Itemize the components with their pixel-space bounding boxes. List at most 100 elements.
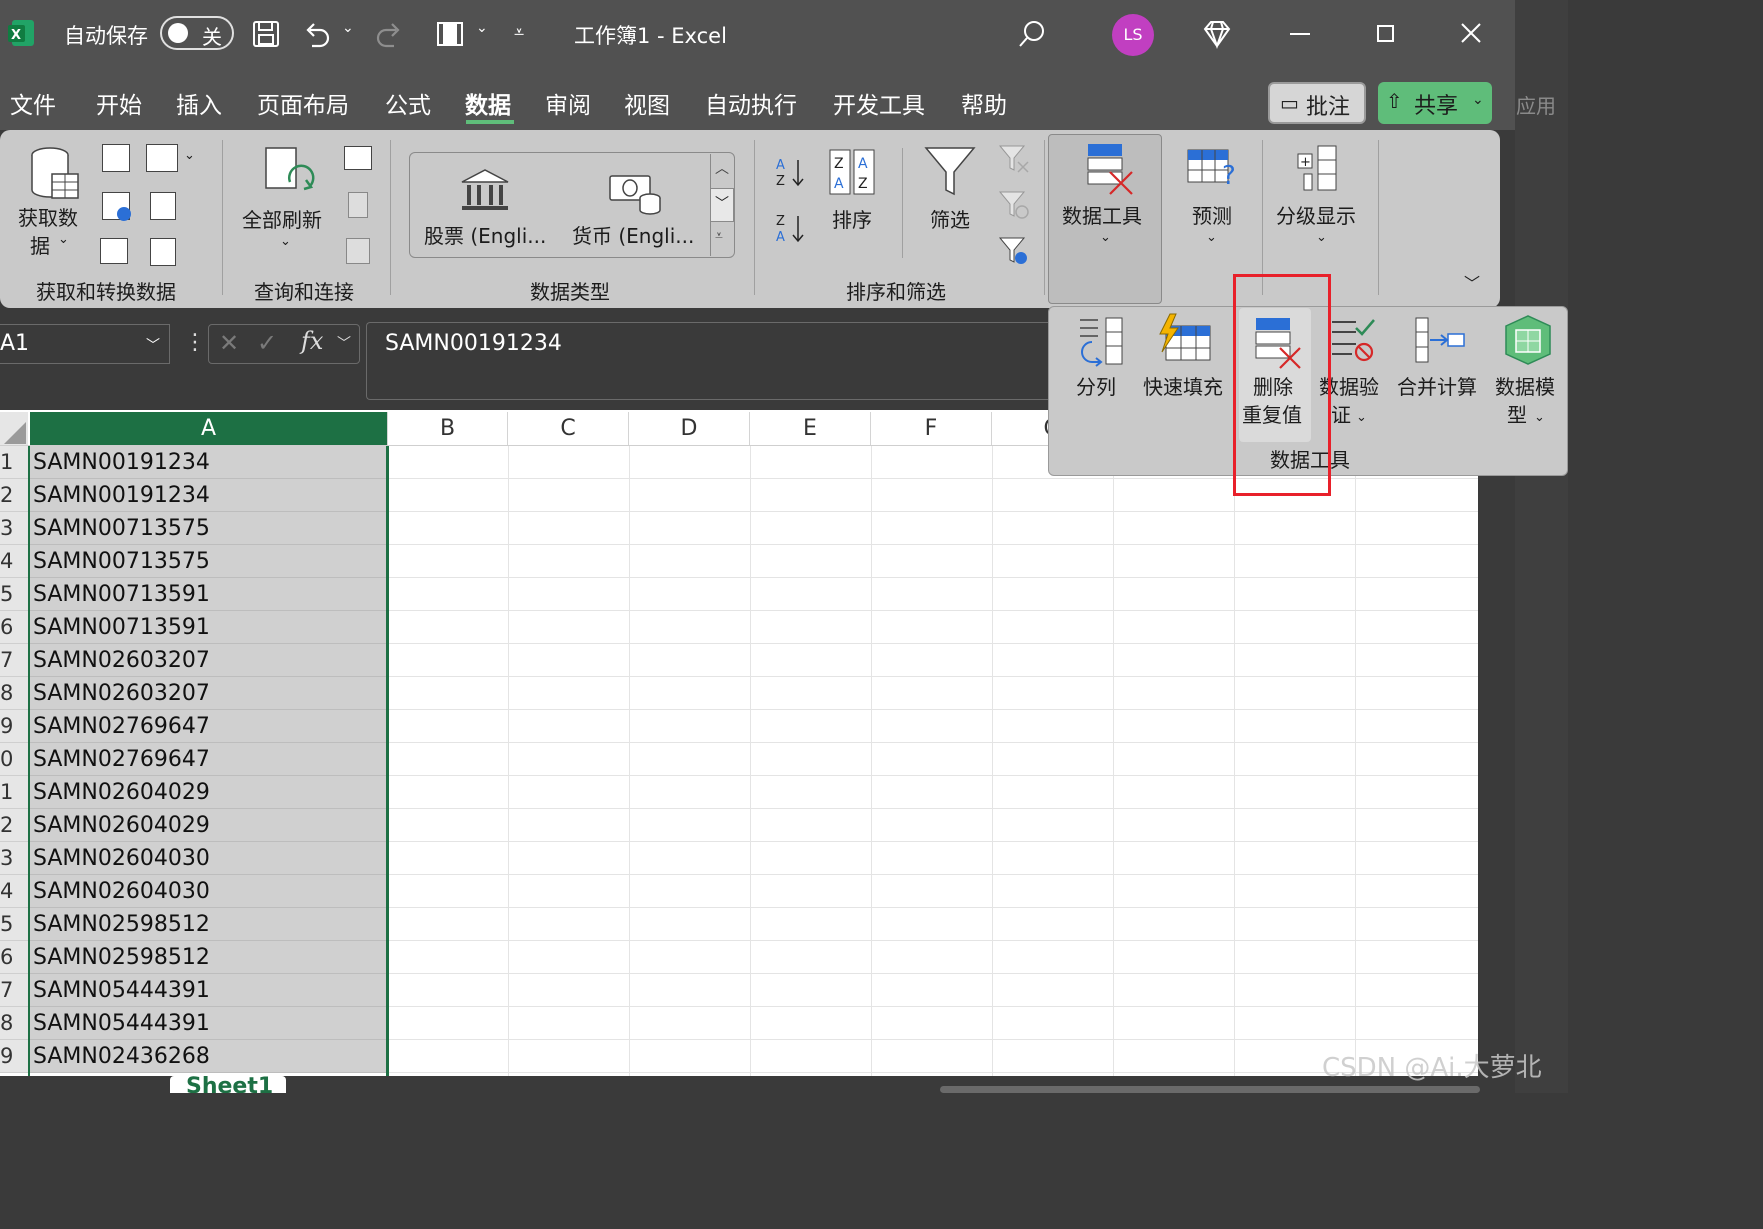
row-header[interactable]: 3	[0, 842, 28, 875]
column-header-a[interactable]: A	[30, 412, 388, 446]
premium-diamond-icon[interactable]	[1200, 18, 1234, 50]
outline-label[interactable]: 分级显示	[1276, 200, 1356, 229]
cell-a[interactable]: SAMN00713591	[30, 611, 386, 644]
minimize-icon[interactable]	[1290, 33, 1310, 35]
save-icon[interactable]	[250, 17, 282, 51]
column-header-d[interactable]: D	[629, 412, 750, 446]
tab-developer[interactable]: 开发工具	[833, 86, 925, 120]
row-header[interactable]: 0	[0, 743, 28, 776]
column-header-f[interactable]: F	[871, 412, 992, 446]
cell-a[interactable]: SAMN02604030	[30, 842, 386, 875]
from-table-icon[interactable]	[146, 144, 178, 172]
refresh-all-label[interactable]: 全部刷新	[242, 204, 322, 233]
select-all-corner[interactable]	[0, 412, 28, 446]
stocks-label[interactable]: 股票 (Engli...	[424, 220, 546, 249]
cell-a[interactable]: SAMN02603207	[30, 677, 386, 710]
row-header[interactable]: 5	[0, 578, 28, 611]
row-header[interactable]: 8	[0, 1007, 28, 1040]
row-header[interactable]: 6	[0, 611, 28, 644]
close-icon[interactable]	[1460, 22, 1482, 44]
search-icon[interactable]	[1016, 18, 1048, 50]
tab-help[interactable]: 帮助	[961, 86, 1007, 120]
autosave-toggle[interactable]: 关	[160, 16, 234, 50]
horizontal-scrollbar[interactable]	[940, 1086, 1480, 1093]
insert-function-icon[interactable]: fx	[301, 327, 323, 355]
data-model-label-2[interactable]: 型	[1507, 402, 1527, 429]
sort-ascending-icon[interactable]: AZ	[774, 154, 808, 190]
recent-sources-icon[interactable]	[150, 192, 176, 220]
fx-chevron-icon[interactable]: ﹀	[337, 333, 351, 353]
get-data-chevron-icon[interactable]: ⌄	[58, 232, 69, 247]
tab-automate[interactable]: 自动执行	[705, 86, 797, 120]
cell-a[interactable]: SAMN00713575	[30, 545, 386, 578]
comments-button[interactable]: ▭ 批注	[1268, 82, 1366, 124]
from-text-icon[interactable]	[102, 144, 130, 172]
name-box-chevron-icon[interactable]: ﹀	[146, 335, 160, 355]
cell-a[interactable]: SAMN05444391	[30, 1007, 386, 1040]
forecast-label[interactable]: 预测	[1192, 200, 1232, 229]
get-data-label-2[interactable]: 据	[30, 230, 50, 259]
row-header[interactable]: 2	[0, 809, 28, 842]
data-model-chevron-icon[interactable]: ⌄	[1534, 404, 1545, 431]
cell-a[interactable]: SAMN00191234	[30, 446, 386, 479]
user-avatar[interactable]: LS	[1112, 14, 1154, 56]
cell-a[interactable]: SAMN02769647	[30, 710, 386, 743]
tab-insert[interactable]: 插入	[176, 86, 222, 120]
data-tools-chevron-icon[interactable]: ⌄	[1100, 230, 1111, 245]
data-model-label-1[interactable]: 数据模	[1495, 374, 1555, 401]
tab-view[interactable]: 视图	[624, 86, 670, 120]
maximize-icon[interactable]	[1377, 25, 1394, 42]
advanced-filter-icon[interactable]	[998, 236, 1030, 266]
gallery-scroll-up[interactable]: ︿	[710, 154, 735, 188]
row-header[interactable]: 3	[0, 512, 28, 545]
consolidate-label[interactable]: 合并计算	[1397, 374, 1477, 401]
tab-page-layout[interactable]: 页面布局	[257, 86, 349, 120]
from-database-icon[interactable]	[150, 238, 176, 266]
share-button[interactable]: ⇧ 共享 ⌄	[1378, 82, 1492, 124]
row-header[interactable]: 1	[0, 446, 28, 479]
row-header[interactable]: 5	[0, 908, 28, 941]
data-tools-label[interactable]: 数据工具	[1062, 200, 1142, 229]
outline-chevron-icon[interactable]: ⌄	[1316, 230, 1327, 245]
more-options-icon[interactable]: ⋮	[184, 330, 206, 355]
from-web-icon[interactable]	[102, 192, 131, 221]
cell-a[interactable]: SAMN02769647	[30, 743, 386, 776]
cell-a[interactable]: SAMN05444391	[30, 974, 386, 1007]
flash-fill-label[interactable]: 快速填充	[1143, 374, 1223, 401]
sort-descending-icon[interactable]: ZA	[774, 210, 808, 246]
row-header[interactable]: 4	[0, 875, 28, 908]
refresh-chevron-icon[interactable]: ⌄	[280, 234, 291, 249]
cell-a[interactable]: SAMN00713575	[30, 512, 386, 545]
row-header[interactable]: 6	[0, 941, 28, 974]
cell-a[interactable]: SAMN02604029	[30, 809, 386, 842]
tab-review[interactable]: 审阅	[545, 86, 591, 120]
column-header-c[interactable]: C	[508, 412, 629, 446]
sort-label[interactable]: 排序	[832, 204, 872, 233]
currency-label[interactable]: 货币 (Engli...	[572, 220, 694, 249]
row-header[interactable]: 2	[0, 479, 28, 512]
get-data-label[interactable]: 获取数	[18, 202, 78, 231]
cell-a[interactable]: SAMN02604030	[30, 875, 386, 908]
tab-file[interactable]: 文件	[10, 86, 56, 120]
film-icon[interactable]	[434, 19, 466, 49]
forecast-chevron-icon[interactable]: ⌄	[1206, 230, 1217, 245]
formula-input[interactable]: SAMN00191234	[366, 322, 1066, 400]
text-to-columns-label[interactable]: 分列	[1076, 374, 1116, 401]
row-header[interactable]: 9	[0, 1040, 28, 1073]
row-header[interactable]: 8	[0, 677, 28, 710]
column-header-e[interactable]: E	[750, 412, 871, 446]
existing-connections-icon[interactable]	[100, 238, 128, 264]
ribbon-collapse-icon[interactable]: ﹀	[1464, 270, 1480, 294]
queries-connections-icon[interactable]	[344, 146, 372, 170]
row-header[interactable]: 1	[0, 776, 28, 809]
sheet-tab-sheet1[interactable]: Sheet1	[170, 1076, 286, 1093]
cell-a[interactable]: SAMN02598512	[30, 908, 386, 941]
cell-a[interactable]: SAMN02598512	[30, 941, 386, 974]
cell-a[interactable]: SAMN00713591	[30, 578, 386, 611]
tab-data[interactable]: 数据	[465, 86, 511, 120]
undo-icon[interactable]	[300, 17, 334, 51]
row-header[interactable]: 7	[0, 644, 28, 677]
row-header[interactable]: 4	[0, 545, 28, 578]
tab-formulas[interactable]: 公式	[385, 86, 431, 120]
cell-a[interactable]: SAMN02436268	[30, 1040, 386, 1073]
